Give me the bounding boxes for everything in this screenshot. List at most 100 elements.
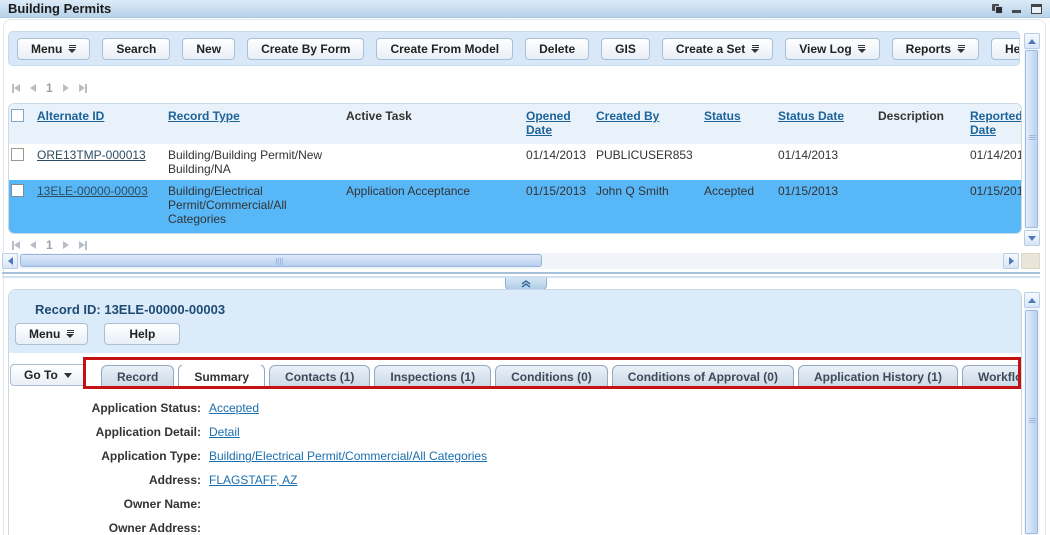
tab-inspections[interactable]: Inspections (1) bbox=[374, 365, 491, 389]
row-checkbox[interactable] bbox=[11, 184, 24, 197]
create-by-form-button[interactable]: Create By Form bbox=[247, 38, 364, 60]
sort-created-by[interactable]: Created By bbox=[596, 109, 659, 123]
records-grid: Alternate ID Record Type Active Task Ope… bbox=[8, 103, 1022, 234]
list-vertical-scrollbar[interactable] bbox=[1024, 33, 1040, 246]
pagination-bottom: 1 bbox=[12, 238, 87, 252]
next-page-icon[interactable] bbox=[63, 84, 69, 92]
window-utility-icon[interactable] bbox=[992, 4, 1003, 14]
gis-button[interactable]: GIS bbox=[601, 38, 650, 60]
tab-contacts[interactable]: Contacts (1) bbox=[269, 365, 370, 389]
go-to-button[interactable]: Go To bbox=[10, 364, 86, 386]
scrollbar-thumb[interactable] bbox=[20, 254, 542, 267]
record-id-link[interactable]: 13ELE-00000-00003 bbox=[37, 184, 148, 198]
previous-page-icon[interactable] bbox=[30, 84, 36, 92]
previous-page-icon[interactable] bbox=[30, 241, 36, 249]
scroll-up-icon[interactable] bbox=[1024, 33, 1040, 49]
scrollbar-corner bbox=[1021, 253, 1040, 269]
help-button[interactable]: Help bbox=[991, 38, 1020, 60]
scroll-right-icon[interactable] bbox=[1003, 253, 1019, 269]
first-page-icon[interactable] bbox=[12, 241, 20, 250]
status-cell: Accepted bbox=[704, 184, 754, 198]
application-type-link[interactable]: Building/Electrical Permit/Commercial/Al… bbox=[209, 449, 487, 463]
field-label: Application Status: bbox=[9, 396, 209, 420]
active-task-cell: Application Acceptance bbox=[346, 184, 470, 198]
select-all-checkbox[interactable] bbox=[11, 109, 24, 122]
tab-conditions[interactable]: Conditions (0) bbox=[495, 365, 608, 389]
row-checkbox[interactable] bbox=[11, 148, 24, 161]
pagination-top: 1 bbox=[12, 81, 87, 95]
record-menu-button[interactable]: Menu bbox=[15, 323, 88, 345]
scroll-left-icon[interactable] bbox=[2, 253, 18, 269]
record-id-title: Record ID: 13ELE-00000-00003 bbox=[35, 302, 225, 317]
minimize-icon[interactable] bbox=[1012, 4, 1022, 14]
status-date-cell: 01/14/2013 bbox=[778, 148, 838, 162]
tab-workflow[interactable]: Workflow bbox=[962, 365, 1022, 389]
field-row: Owner Name: bbox=[9, 492, 709, 516]
search-button[interactable]: Search bbox=[102, 38, 170, 60]
menu-button[interactable]: Menu bbox=[17, 38, 90, 60]
first-page-icon[interactable] bbox=[12, 84, 20, 93]
page-number: 1 bbox=[46, 81, 53, 95]
dropdown-caret-icon bbox=[64, 373, 72, 378]
field-row: Application Status: Accepted bbox=[9, 396, 709, 420]
window-title: Building Permits bbox=[8, 1, 111, 16]
dropdown-arrow-icon bbox=[66, 330, 74, 338]
building-permits-window: Building Permits Menu Search New Create … bbox=[0, 0, 1050, 535]
create-a-set-button[interactable]: Create a Set bbox=[662, 38, 773, 60]
panel-splitter[interactable] bbox=[2, 272, 1040, 274]
created-by-cell: John Q Smith bbox=[596, 184, 669, 198]
reported-date-cell: 01/14/2013 bbox=[970, 148, 1022, 162]
field-row: Address: FLAGSTAFF, AZ bbox=[9, 468, 709, 492]
record-row-selected[interactable]: 13ELE-00000-00003 Building/Electrical Pe… bbox=[9, 180, 1021, 234]
address-link[interactable]: FLAGSTAFF, AZ bbox=[209, 473, 297, 487]
dropdown-arrow-icon bbox=[751, 45, 759, 53]
application-status-link[interactable]: Accepted bbox=[209, 401, 259, 415]
record-type-cell: Building/Building Permit/New Building/NA bbox=[168, 148, 322, 176]
application-detail-link[interactable]: Detail bbox=[209, 425, 240, 439]
tab-record[interactable]: Record bbox=[101, 365, 174, 389]
opened-date-cell: 01/15/2013 bbox=[526, 184, 586, 198]
window-controls bbox=[992, 4, 1042, 14]
field-label: Owner Name: bbox=[9, 492, 209, 516]
tab-conditions-of-approval[interactable]: Conditions of Approval (0) bbox=[612, 365, 794, 389]
reports-button[interactable]: Reports bbox=[892, 38, 979, 60]
view-log-button[interactable]: View Log bbox=[785, 38, 879, 60]
record-detail-panel: Record ID: 13ELE-00000-00003 Menu Help G… bbox=[8, 289, 1022, 535]
record-help-button[interactable]: Help bbox=[104, 323, 180, 345]
last-page-icon[interactable] bbox=[79, 241, 87, 250]
summary-fields: Application Status: Accepted Application… bbox=[9, 396, 709, 535]
status-date-cell: 01/15/2013 bbox=[778, 184, 838, 198]
reported-date-cell: 01/15/2013 bbox=[970, 184, 1022, 198]
detail-vertical-scrollbar[interactable] bbox=[1024, 292, 1040, 535]
dropdown-arrow-icon bbox=[68, 45, 76, 53]
create-from-model-button[interactable]: Create From Model bbox=[376, 38, 513, 60]
sort-record-type[interactable]: Record Type bbox=[168, 109, 240, 123]
record-row[interactable]: ORE13TMP-000013 Building/Building Permit… bbox=[9, 144, 1021, 180]
last-page-icon[interactable] bbox=[79, 84, 87, 93]
field-label: Owner Address: bbox=[9, 516, 209, 535]
field-label: Address: bbox=[9, 468, 209, 492]
page-number: 1 bbox=[46, 238, 53, 252]
tab-application-history[interactable]: Application History (1) bbox=[798, 365, 958, 389]
sort-status[interactable]: Status bbox=[704, 109, 741, 123]
record-detail-header: Record ID: 13ELE-00000-00003 Menu Help bbox=[9, 290, 1021, 353]
sort-status-date[interactable]: Status Date bbox=[778, 109, 844, 123]
scrollbar-thumb[interactable] bbox=[1025, 50, 1038, 228]
maximize-icon[interactable] bbox=[1031, 4, 1042, 14]
scroll-down-icon[interactable] bbox=[1024, 230, 1040, 246]
new-button[interactable]: New bbox=[182, 38, 235, 60]
sort-alternate-id[interactable]: Alternate ID bbox=[37, 109, 104, 123]
list-horizontal-scrollbar[interactable] bbox=[2, 253, 1019, 269]
field-row: Application Type: Building/Electrical Pe… bbox=[9, 444, 709, 468]
created-by-cell: PUBLICUSER853 bbox=[596, 148, 693, 162]
sort-opened-date[interactable]: Opened Date bbox=[526, 109, 571, 137]
record-type-cell: Building/Electrical Permit/Commercial/Al… bbox=[168, 184, 287, 226]
delete-button[interactable]: Delete bbox=[525, 38, 589, 60]
next-page-icon[interactable] bbox=[63, 241, 69, 249]
scroll-up-icon[interactable] bbox=[1024, 292, 1040, 308]
record-id-link[interactable]: ORE13TMP-000013 bbox=[37, 148, 146, 162]
main-toolbar: Menu Search New Create By Form Create Fr… bbox=[8, 31, 1020, 66]
tab-summary[interactable]: Summary bbox=[178, 365, 265, 389]
sort-reported-date[interactable]: Reported Date bbox=[970, 109, 1022, 137]
scrollbar-thumb[interactable] bbox=[1025, 310, 1038, 534]
